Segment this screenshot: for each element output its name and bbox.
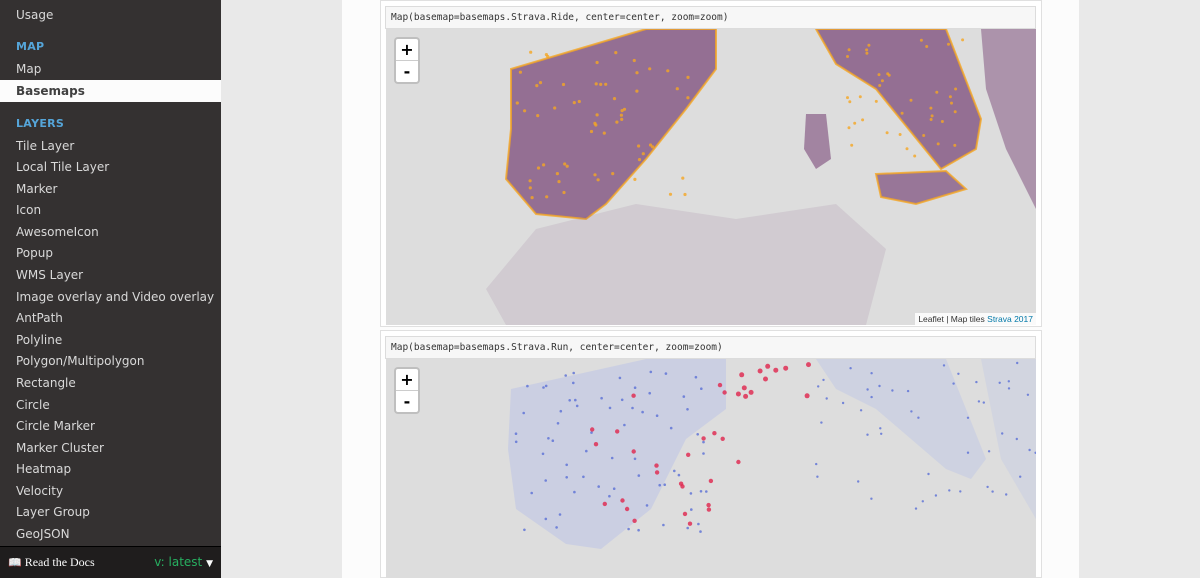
nav-item-layer[interactable]: Marker [0,178,221,200]
zoom-control: + - [394,367,420,414]
nav-item-layer[interactable]: Circle Marker [0,415,221,437]
nav-item-map[interactable]: Map [0,58,221,80]
map-attribution: Leaflet | Map tiles Strava 2017 [915,313,1036,325]
map-run[interactable]: + - [386,359,1036,578]
nav-item-layer[interactable]: Tile Layer [0,135,221,157]
nav-item-layer[interactable]: Polyline [0,329,221,351]
nav-item-layer[interactable]: Layer Group [0,501,221,523]
sidebar: Usage MAP Map Basemaps LAYERS Tile Layer… [0,0,221,578]
run-heatmap-layer [508,359,1036,549]
nav-item-layer[interactable]: Local Tile Layer [0,156,221,178]
nav-item-layer[interactable]: AwesomeIcon [0,221,221,243]
book-icon: 📖 [8,557,22,569]
nav-item-layer[interactable]: Popup [0,242,221,264]
attribution-link[interactable]: Strava 2017 [987,314,1033,324]
ride-heatmap-layer [486,29,1036,325]
zoom-in-button[interactable]: + [396,39,418,60]
nav-item-layer[interactable]: GeoJSON [0,523,221,545]
code-block: Map(basemap=basemaps.Strava.Run, center=… [385,336,1036,359]
zoom-in-button[interactable]: + [396,369,418,390]
attribution-text: Leaflet | Map tiles [918,314,985,324]
zoom-control: + - [394,37,420,84]
nav-item-layer[interactable]: Velocity [0,480,221,502]
nav-item-layer[interactable]: Icon [0,199,221,221]
nav-item-layer[interactable]: Marker Cluster [0,437,221,459]
code-block: Map(basemap=basemaps.Strava.Ride, center… [385,6,1036,29]
map-ride[interactable]: + - Leaflet | Map tiles Strava 2017 [386,29,1036,325]
nav-item-usage[interactable]: Usage [0,4,221,26]
nav-item-layer[interactable]: Polygon/Multipolygon [0,350,221,372]
caret-down-icon: ▼ [206,559,213,569]
nav-item-basemaps[interactable]: Basemaps [0,80,221,102]
caption-map: MAP [16,40,45,53]
version-label: v: latest [154,555,203,569]
caption-layers: LAYERS [16,117,65,130]
nav-item-layer[interactable]: AntPath [0,307,221,329]
nav-item-layer[interactable]: Image overlay and Video overlay [0,286,221,308]
version-selector[interactable]: v: latest ▼ [154,555,213,569]
zoom-out-button[interactable]: - [396,390,418,412]
nav-item-layer[interactable]: Heatmap [0,458,221,480]
zoom-out-button[interactable]: - [396,60,418,82]
rtd-label-group: 📖 Read the Docs [8,555,95,570]
nav-item-layer[interactable]: Circle [0,394,221,416]
rtd-version-bar[interactable]: 📖 Read the Docs v: latest ▼ [0,546,221,578]
nav-item-layer[interactable]: WMS Layer [0,264,221,286]
nav-item-layer[interactable]: Rectangle [0,372,221,394]
rtd-label: Read the Docs [24,555,95,569]
